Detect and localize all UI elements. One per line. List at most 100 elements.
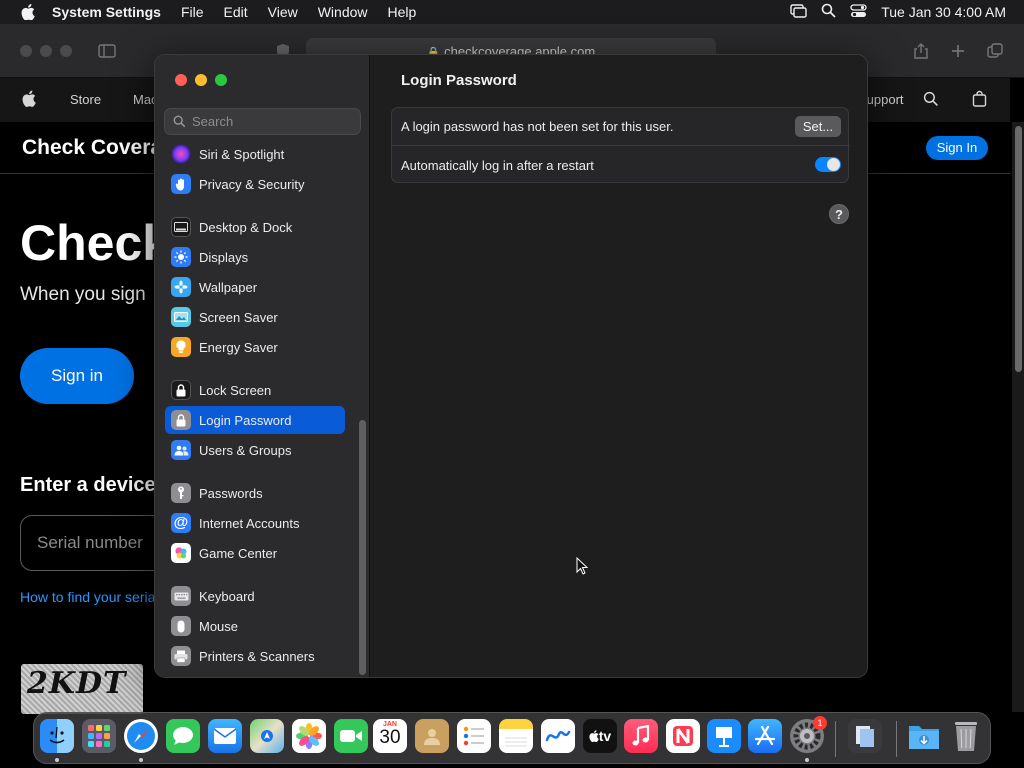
tab-overview-icon[interactable] xyxy=(986,42,1004,60)
dock-downloads[interactable] xyxy=(907,719,941,753)
hero-subtitle: When you sign xyxy=(20,284,146,305)
screen-mirroring-icon[interactable] xyxy=(790,3,807,21)
dock-tv[interactable]: tv xyxy=(583,719,617,753)
lock-icon xyxy=(171,410,191,430)
menu-edit[interactable]: Edit xyxy=(224,4,248,20)
sign-in-small-button[interactable]: Sign In xyxy=(926,136,988,160)
minimize-window-button[interactable] xyxy=(195,74,207,86)
safari-window-controls[interactable] xyxy=(20,45,72,57)
facetime-icon xyxy=(340,730,362,742)
settings-badge: 1 xyxy=(813,716,827,730)
dock-maps[interactable] xyxy=(250,719,284,753)
sidebar-item-siri-spotlight[interactable]: Siri & Spotlight xyxy=(165,140,345,168)
menu-view[interactable]: View xyxy=(268,4,298,20)
sidebar-item-screen-saver[interactable]: Screen Saver xyxy=(165,303,345,331)
sidebar-item-wallpaper[interactable]: Wallpaper xyxy=(165,273,345,301)
menu-bar: System Settings File Edit View Window He… xyxy=(0,0,1024,24)
help-button[interactable]: ? xyxy=(829,204,849,224)
dock-trash[interactable] xyxy=(949,719,983,753)
control-center-icon[interactable] xyxy=(850,3,867,21)
lock-screen-icon xyxy=(171,380,191,400)
hero-heading: Check xyxy=(20,215,171,271)
sidebar-toggle-icon[interactable] xyxy=(98,42,116,60)
dock-launchpad[interactable] xyxy=(82,719,116,753)
sidebar-item-privacy-security[interactable]: Privacy & Security xyxy=(165,170,345,198)
downloads-folder-icon xyxy=(909,726,939,749)
maps-icon xyxy=(261,730,273,742)
bulb-icon xyxy=(171,337,191,357)
menu-help[interactable]: Help xyxy=(388,4,417,20)
sidebar-item-desktop-dock[interactable]: Desktop & Dock xyxy=(165,213,345,241)
menu-window[interactable]: Window xyxy=(318,4,368,20)
login-password-row: A login password has not been set for th… xyxy=(392,108,850,146)
dock-notes[interactable] xyxy=(499,719,533,753)
sidebar-scrollbar[interactable] xyxy=(359,420,366,675)
close-window-button[interactable] xyxy=(175,74,187,86)
key-icon xyxy=(171,483,191,503)
zoom-window-button[interactable] xyxy=(215,74,227,86)
siri-icon xyxy=(171,144,191,164)
mouse-icon xyxy=(171,616,191,636)
dock-contacts[interactable] xyxy=(415,719,449,753)
menu-clock[interactable]: Tue Jan 30 4:00 AM xyxy=(881,4,1006,20)
sidebar-item-users-groups[interactable]: Users & Groups xyxy=(165,436,345,464)
apple-menu-icon[interactable] xyxy=(18,4,38,20)
sidebar-item-printers-scanners[interactable]: Printers & Scanners xyxy=(165,642,345,670)
system-settings-window: Siri & Spotlight Privacy & Security Desk… xyxy=(154,54,868,678)
auto-login-row: Automatically log in after a restart xyxy=(392,146,850,184)
menu-file[interactable]: File xyxy=(181,4,204,20)
safari-scrollbar[interactable] xyxy=(1012,122,1024,712)
menu-app-name[interactable]: System Settings xyxy=(52,4,161,20)
how-to-find-serial-link[interactable]: How to find your serial xyxy=(20,589,159,605)
screen-saver-icon xyxy=(171,307,191,327)
trash-icon xyxy=(955,722,977,751)
sidebar-item-keyboard[interactable]: Keyboard xyxy=(165,582,345,610)
sidebar-item-mouse[interactable]: Mouse xyxy=(165,612,345,640)
music-icon xyxy=(632,725,650,746)
auto-login-toggle[interactable] xyxy=(815,157,841,172)
bag-icon[interactable] xyxy=(972,90,987,110)
sun-icon xyxy=(171,247,191,267)
login-password-group: A login password has not been set for th… xyxy=(391,107,850,184)
settings-content: Login Password A login password has not … xyxy=(370,55,867,677)
dock-mail[interactable] xyxy=(208,719,242,753)
dock-calendar[interactable]: JAN 30 xyxy=(373,719,407,753)
sign-in-button[interactable]: Sign in xyxy=(20,348,134,404)
dock-safari[interactable] xyxy=(124,719,158,753)
nav-store[interactable]: Store xyxy=(70,92,101,107)
tv-apple-icon xyxy=(589,730,599,742)
sidebar-item-login-password[interactable]: Login Password xyxy=(165,406,345,434)
sidebar-item-lock-screen[interactable]: Lock Screen xyxy=(165,376,345,404)
dock-news[interactable] xyxy=(666,719,700,753)
dock-freeform[interactable] xyxy=(541,719,575,753)
spotlight-search-icon[interactable] xyxy=(821,3,836,21)
settings-search[interactable] xyxy=(164,108,361,135)
sidebar-item-game-center[interactable]: Game Center xyxy=(165,539,345,567)
sidebar-item-passwords[interactable]: Passwords xyxy=(165,479,345,507)
dock-messages[interactable] xyxy=(166,719,200,753)
news-icon xyxy=(673,726,693,746)
messages-icon xyxy=(173,727,193,745)
dock-facetime[interactable] xyxy=(334,719,368,753)
dock-photos[interactable] xyxy=(292,719,326,753)
sidebar-item-internet-accounts[interactable]: @ Internet Accounts xyxy=(165,509,345,537)
apple-logo-icon[interactable] xyxy=(22,90,36,110)
sidebar-item-energy-saver[interactable]: Energy Saver xyxy=(165,333,345,361)
dock-reminders[interactable] xyxy=(457,719,491,753)
login-password-status: A login password has not been set for th… xyxy=(401,119,674,134)
dock-finder[interactable] xyxy=(40,719,74,753)
set-password-button[interactable]: Set... xyxy=(795,116,841,137)
site-search-icon[interactable] xyxy=(923,91,939,110)
dock-music[interactable] xyxy=(624,719,658,753)
dock-preview[interactable] xyxy=(848,719,882,753)
dock-keynote[interactable] xyxy=(707,719,741,753)
sidebar-item-displays[interactable]: Displays xyxy=(165,243,345,271)
users-icon xyxy=(171,440,191,460)
safari-icon xyxy=(127,722,155,750)
new-tab-icon[interactable] xyxy=(949,42,967,60)
share-icon[interactable] xyxy=(912,42,930,60)
dock-app-store[interactable] xyxy=(748,719,782,753)
search-input[interactable] xyxy=(192,114,352,129)
sidebar-list: Siri & Spotlight Privacy & Security Desk… xyxy=(155,138,370,677)
window-controls xyxy=(175,74,227,86)
